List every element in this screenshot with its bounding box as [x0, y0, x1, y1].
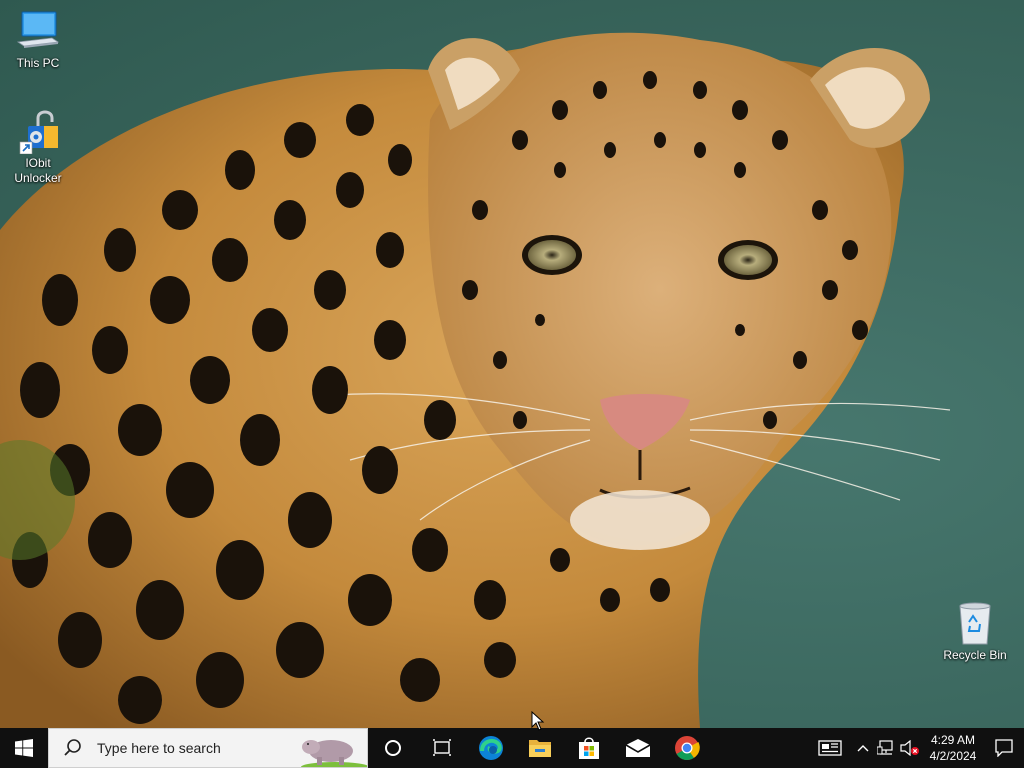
volume-button[interactable]: [898, 728, 922, 768]
leopard-wallpaper-image: [0, 32, 951, 728]
search-placeholder: Type here to search: [97, 740, 221, 756]
desktop-wallpaper: [0, 0, 1024, 728]
mouse-pointer-icon: [531, 711, 545, 731]
iobit-unlocker-label-line2: Unlocker: [14, 171, 62, 185]
task-view-icon: [432, 739, 451, 756]
desktop-icon-iobit-unlocker[interactable]: IObit Unlocker: [0, 108, 76, 186]
notifications-icon: [995, 739, 1013, 757]
mail-icon: [625, 739, 650, 757]
cortana-button[interactable]: [368, 728, 417, 768]
taskbar-chrome-button[interactable]: [662, 728, 711, 768]
taskbar: Type here to search 4:29 AM 4/2/2024: [0, 728, 1024, 768]
iobit-unlocker-icon: [14, 108, 62, 155]
action-center-button[interactable]: [984, 728, 1024, 768]
task-view-button[interactable]: [417, 728, 466, 768]
folder-icon: [528, 740, 551, 757]
show-hidden-icons-button[interactable]: [852, 728, 874, 768]
desktop-icon-recycle-bin[interactable]: Recycle Bin: [937, 600, 1013, 663]
clock-date: 4/2/2024: [929, 749, 977, 763]
search-highlight-hippo-icon: [301, 740, 367, 767]
chevron-up-icon: [857, 745, 869, 752]
chrome-icon: [674, 736, 700, 761]
desktop-icon-this-pc[interactable]: This PC: [0, 8, 76, 71]
this-pc-label: This PC: [16, 56, 60, 70]
network-wired-icon: [877, 740, 893, 755]
cortana-circle-icon: [384, 740, 401, 756]
clock-time: 4:29 AM: [930, 733, 976, 747]
iobit-unlocker-label-line1: IObit: [25, 156, 51, 170]
clock[interactable]: 4:29 AM 4/2/2024: [922, 728, 984, 768]
recycle-bin-icon: [951, 600, 999, 646]
store-bag-icon: [578, 737, 599, 759]
system-tray: 4:29 AM 4/2/2024: [808, 728, 1024, 768]
taskbar-store-button[interactable]: [564, 728, 613, 768]
taskbar-edge-button[interactable]: [466, 728, 515, 768]
news-icon: [818, 740, 842, 756]
edge-icon: [478, 736, 503, 760]
news-and-interests-button[interactable]: [808, 728, 852, 768]
windows-logo-icon: [15, 739, 33, 757]
network-button[interactable]: [874, 728, 898, 768]
taskbar-file-explorer-button[interactable]: [515, 728, 564, 768]
this-pc-icon: [14, 8, 62, 54]
recycle-bin-label: Recycle Bin: [943, 648, 1007, 662]
taskbar-mail-button[interactable]: [613, 728, 662, 768]
search-icon: [64, 739, 81, 756]
search-box[interactable]: Type here to search: [48, 728, 368, 768]
start-button[interactable]: [0, 728, 48, 768]
volume-muted-icon: [900, 740, 919, 756]
